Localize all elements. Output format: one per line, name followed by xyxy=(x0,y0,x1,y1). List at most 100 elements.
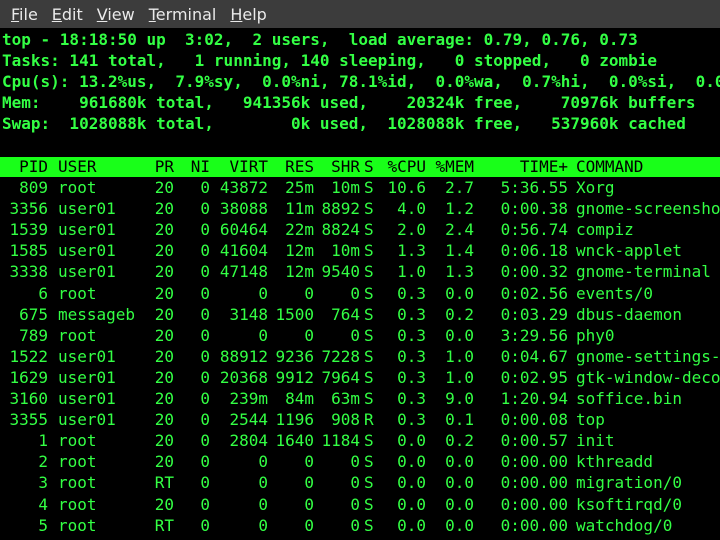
cell-res: 0 xyxy=(304,452,314,472)
cell-shr: 10m xyxy=(331,241,360,261)
cell-command: wnck-applet xyxy=(576,241,682,261)
cell-command: watchdog/0 xyxy=(576,515,673,535)
cell-res: 1196 xyxy=(275,410,314,430)
cell-pr: 20 xyxy=(154,178,174,197)
cell-s: S xyxy=(364,367,374,387)
column-header-pct-cpu: %CPU xyxy=(387,157,426,176)
cell-res: 12m xyxy=(285,262,314,282)
cell-virt: 0 xyxy=(258,494,268,514)
cell-virt: 3148 xyxy=(229,304,268,324)
cell-timeplus: 3:29.56 xyxy=(500,325,568,345)
column-header-pct-mem: %MEM xyxy=(435,157,474,176)
cell-pct-cpu: 1.0 xyxy=(397,262,426,282)
cell-res: 0 xyxy=(304,325,314,345)
cell-timeplus: 0:00.00 xyxy=(500,452,568,472)
cell-timeplus: 0:00.08 xyxy=(500,410,568,430)
cell-pid: 6 xyxy=(38,283,48,303)
menu-help[interactable]: Help xyxy=(223,5,273,24)
cell-pid: 675 xyxy=(19,304,48,324)
cell-s: S xyxy=(364,304,374,324)
cell-pct-mem: 0.0 xyxy=(445,283,474,303)
cell-shr: 0 xyxy=(350,473,360,493)
cell-timeplus: 5:36.55 xyxy=(500,178,568,197)
cell-s: S xyxy=(364,241,374,261)
cell-virt: 41604 xyxy=(219,241,268,261)
cell-res: 0 xyxy=(304,494,314,514)
column-header-timeplus: TIME+ xyxy=(519,157,568,176)
cell-timeplus: 0:03.29 xyxy=(500,304,568,324)
cell-timeplus: 0:00.57 xyxy=(500,431,568,451)
cell-pid: 809 xyxy=(19,178,48,197)
cell-res: 0 xyxy=(304,283,314,303)
cell-pr: 20 xyxy=(154,262,174,282)
tasks-line: Tasks: 141 total, 1 running, 140 sleepin… xyxy=(2,51,658,70)
cell-pct-cpu: 0.3 xyxy=(397,367,426,387)
cell-pct-cpu: 0.3 xyxy=(397,346,426,366)
cell-virt: 0 xyxy=(258,515,268,535)
cell-shr: 0 xyxy=(350,452,360,472)
cell-timeplus: 1:20.94 xyxy=(500,389,568,408)
cell-res: 0 xyxy=(304,515,314,535)
cell-s: S xyxy=(364,494,374,514)
cell-pid: 3160 xyxy=(9,389,48,408)
cell-ni: 0 xyxy=(200,241,210,261)
cell-pid: 1585 xyxy=(9,241,48,261)
cell-command: Xorg xyxy=(576,178,615,197)
menu-file-mnemonic: F xyxy=(11,4,20,24)
terminal-screen[interactable]: top - 18:18:50 up 3:02, 2 users, load av… xyxy=(0,28,720,540)
cell-shr: 7964 xyxy=(321,367,360,387)
cell-pid: 5 xyxy=(38,515,48,535)
cell-command: ksoftirqd/0 xyxy=(576,494,682,514)
cell-virt: 0 xyxy=(258,283,268,303)
cell-user: user01 xyxy=(58,410,116,430)
cell-command: events/0 xyxy=(576,283,654,303)
cell-virt: 2544 xyxy=(229,410,268,430)
cell-ni: 0 xyxy=(200,515,210,535)
cell-virt: 60464 xyxy=(219,220,268,240)
menu-terminal[interactable]: Terminal xyxy=(142,5,224,24)
cell-virt: 239m xyxy=(229,389,268,408)
cell-shr: 0 xyxy=(350,515,360,535)
column-header-pr: PR xyxy=(154,157,174,176)
menu-edit-mnemonic: E xyxy=(51,4,62,24)
cell-virt: 38088 xyxy=(219,199,268,219)
cell-pid: 3355 xyxy=(9,410,48,430)
cell-pr: 20 xyxy=(154,494,174,514)
cell-pct-mem: 0.0 xyxy=(445,452,474,472)
cell-pct-mem: 0.0 xyxy=(445,494,474,514)
cell-user: user01 xyxy=(58,389,116,408)
cell-s: S xyxy=(364,283,374,303)
cell-virt: 88912 xyxy=(219,346,268,366)
menu-edit[interactable]: Edit xyxy=(45,5,90,24)
cell-timeplus: 0:00.38 xyxy=(500,199,568,219)
menu-file[interactable]: File xyxy=(4,5,45,24)
cell-user: user01 xyxy=(58,199,116,219)
cell-pct-mem: 1.0 xyxy=(445,367,474,387)
column-header-ni: NI xyxy=(190,157,210,176)
cell-pct-cpu: 4.0 xyxy=(397,199,426,219)
cell-user: user01 xyxy=(58,367,116,387)
cell-ni: 0 xyxy=(200,494,210,514)
cell-user: user01 xyxy=(58,346,116,366)
cell-pct-mem: 0.0 xyxy=(445,473,474,493)
cell-user: root xyxy=(58,494,97,514)
cell-pct-cpu: 0.3 xyxy=(397,325,426,345)
cell-ni: 0 xyxy=(200,346,210,366)
cell-virt: 0 xyxy=(258,473,268,493)
cell-pr: 20 xyxy=(154,389,174,408)
cell-shr: 8824 xyxy=(321,220,360,240)
cell-pct-cpu: 0.0 xyxy=(397,494,426,514)
cell-ni: 0 xyxy=(200,410,210,430)
menu-view[interactable]: View xyxy=(90,5,142,24)
cell-res: 1640 xyxy=(275,431,314,451)
cell-pid: 789 xyxy=(19,325,48,345)
cell-ni: 0 xyxy=(200,220,210,240)
cell-user: root xyxy=(58,325,97,345)
cell-ni: 0 xyxy=(200,178,210,197)
cell-user: root xyxy=(58,178,97,197)
cell-res: 11m xyxy=(285,199,314,219)
cell-command: gnome-screenshot xyxy=(576,199,720,219)
column-header-shr: SHR xyxy=(331,157,360,176)
cell-user: messageb xyxy=(58,304,136,324)
cell-ni: 0 xyxy=(200,367,210,387)
